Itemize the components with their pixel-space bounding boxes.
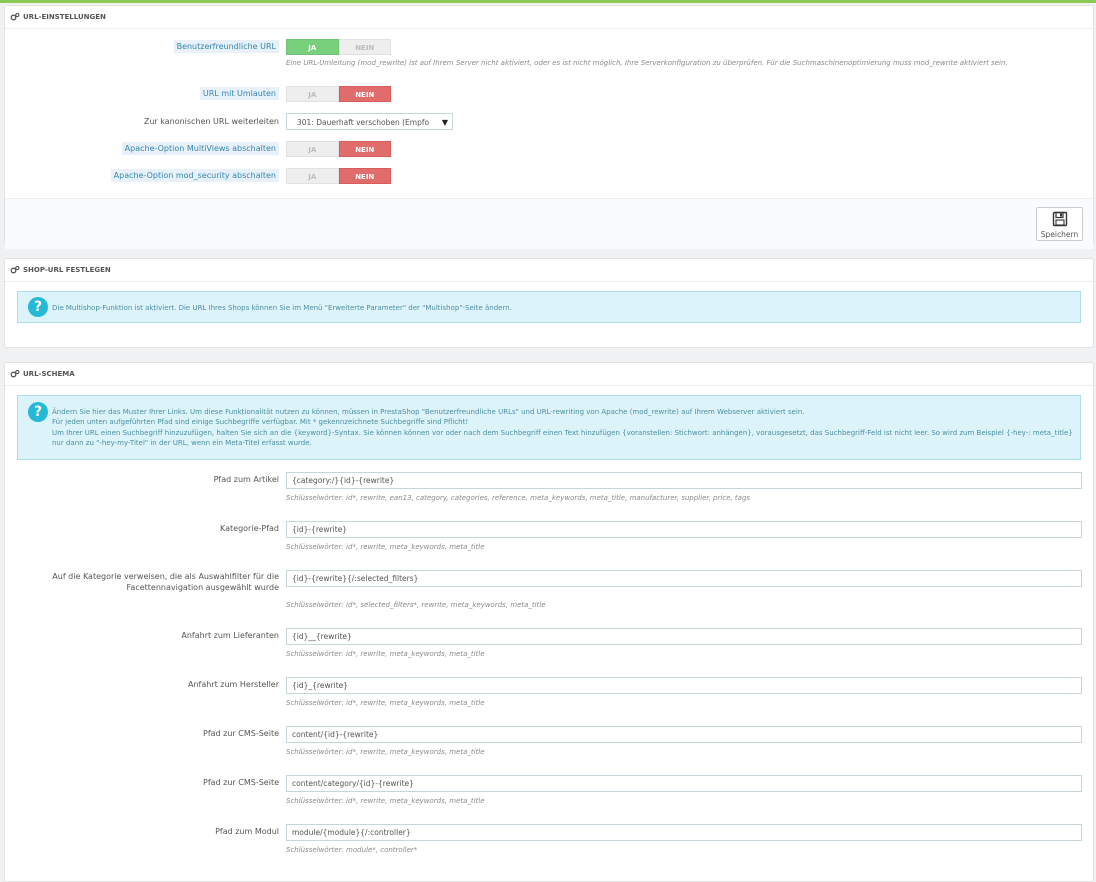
module-path-input[interactable]: module/{module}{/:controller} [286,824,1082,841]
dropdown-arrow-icon: ▼ [441,118,448,127]
field-label: Pfad zur CMS-Seite [203,778,279,787]
field-keywords: Schlüsselwörter: id*, rewrite, meta_keyw… [286,748,485,756]
info-line: Um Ihrer URL einen Suchbegriff hinzuzufü… [52,428,1073,447]
field-keywords: Schlüsselwörter: id*, rewrite, ean13, ca… [286,494,751,502]
category-path-input[interactable]: {id}-{rewrite} [286,521,1082,538]
friendly-url-switch[interactable]: JA NEIN [286,39,391,55]
save-button-label: Speichern [1040,230,1079,239]
field-label: Auf die Kategorie verweisen, die als Aus… [52,572,279,592]
switch-no[interactable]: NEIN [338,168,391,184]
floppy-disk-icon [1037,211,1082,229]
field-keywords: Schlüsselwörter: id*, rewrite, meta_keyw… [286,699,485,707]
panel-heading: URL-SCHEMA [5,363,1093,386]
friendly-url-help: Eine URL-Umleitung (mod_rewrite) ist auf… [286,59,1008,67]
gears-icon [10,265,20,275]
question-icon: ? [28,297,48,317]
question-icon: ? [28,402,48,422]
field-label: Kategorie-Pfad [220,524,279,533]
gears-icon [10,12,20,22]
panel-heading: SHOP-URL FESTLEGEN [5,259,1093,282]
canonical-select[interactable]: 301: Dauerhaft verschoben (Empfo ▼ [286,113,453,130]
field-keywords: Schlüsselwörter: id*, rewrite, meta_keyw… [286,797,485,805]
mod-security-switch[interactable]: JA NEIN [286,168,391,184]
top-accent-bar [0,0,1096,3]
cms-path-input[interactable]: content/{id}-{rewrite} [286,726,1082,743]
switch-no[interactable]: NEIN [338,86,391,102]
canonical-select-value: 301: Dauerhaft verschoben (Empfo [297,118,430,127]
umlaut-url-switch[interactable]: JA NEIN [286,86,391,102]
url-schema-panel: URL-SCHEMA ? Ändern Sie hier das Muster … [4,362,1094,882]
panel-title: URL-EINSTELLUNGEN [23,13,106,21]
switch-no[interactable]: NEIN [338,39,391,55]
info-alert: ? Ändern Sie hier das Muster Ihrer Links… [17,395,1081,460]
field-keywords: Schlüsselwörter: id*, rewrite, meta_keyw… [286,543,485,551]
switch-yes[interactable]: JA [286,141,339,157]
field-keywords: Schlüsselwörter: id*, rewrite, meta_keyw… [286,650,485,658]
field-label: Anfahrt zum Hersteller [187,680,279,689]
panel-title: URL-SCHEMA [23,370,75,378]
switch-yes[interactable]: JA [286,86,339,102]
canonical-label: Zur kanonischen URL weiterleiten [143,117,279,126]
info-text: Die Multishop-Funktion ist aktiviert. Di… [52,304,512,312]
friendly-url-label: Benutzerfreundliche URL [173,40,279,53]
supplier-path-input[interactable]: {id}__{rewrite} [286,628,1082,645]
multiviews-switch[interactable]: JA NEIN [286,141,391,157]
layered-path-input[interactable]: {id}-{rewrite}{/:selected_filters} [286,570,1082,587]
info-line: Ändern Sie hier das Muster Ihrer Links. … [52,408,805,416]
field-keywords: Schlüsselwörter: module*, controller* [286,846,418,854]
panel-heading: URL-EINSTELLUNGEN [5,6,1093,29]
panel-footer: Speichern [5,198,1093,249]
switch-yes[interactable]: JA [286,39,339,55]
field-label: Pfad zum Artikel [213,475,279,484]
info-line: Für jeden unten aufgeführten Pfad sind e… [52,418,469,427]
switch-yes[interactable]: JA [286,168,339,184]
cms-category-path-input[interactable]: content/category/{id}-{rewrite} [286,775,1082,792]
field-label: Pfad zum Modul [215,827,279,836]
switch-no[interactable]: NEIN [338,141,391,157]
save-button[interactable]: Speichern [1036,207,1083,241]
info-text: Ändern Sie hier das Muster Ihrer Links. … [52,407,1074,448]
product-path-input[interactable]: {category:/}{id}-{rewrite} [286,472,1082,489]
field-label: Pfad zur CMS-Seite [203,729,279,738]
info-alert: ? Die Multishop-Funktion ist aktiviert. … [17,291,1081,323]
manufacturer-path-input[interactable]: {id}_{rewrite} [286,677,1082,694]
mod-security-label: Apache-Option mod_security abschalten [110,169,279,182]
multiviews-label: Apache-Option MultiViews abschalten [121,142,279,155]
umlaut-url-label: URL mit Umlauten [199,87,279,100]
shop-url-panel: SHOP-URL FESTLEGEN ? Die Multishop-Funkt… [4,258,1094,348]
gears-icon [10,369,20,379]
field-label: Anfahrt zum Lieferanten [181,631,279,640]
url-settings-panel: URL-EINSTELLUNGEN Benutzerfreundliche UR… [4,5,1094,249]
panel-title: SHOP-URL FESTLEGEN [23,266,111,274]
field-keywords: Schlüsselwörter: id*, selected_filters*,… [286,601,546,609]
